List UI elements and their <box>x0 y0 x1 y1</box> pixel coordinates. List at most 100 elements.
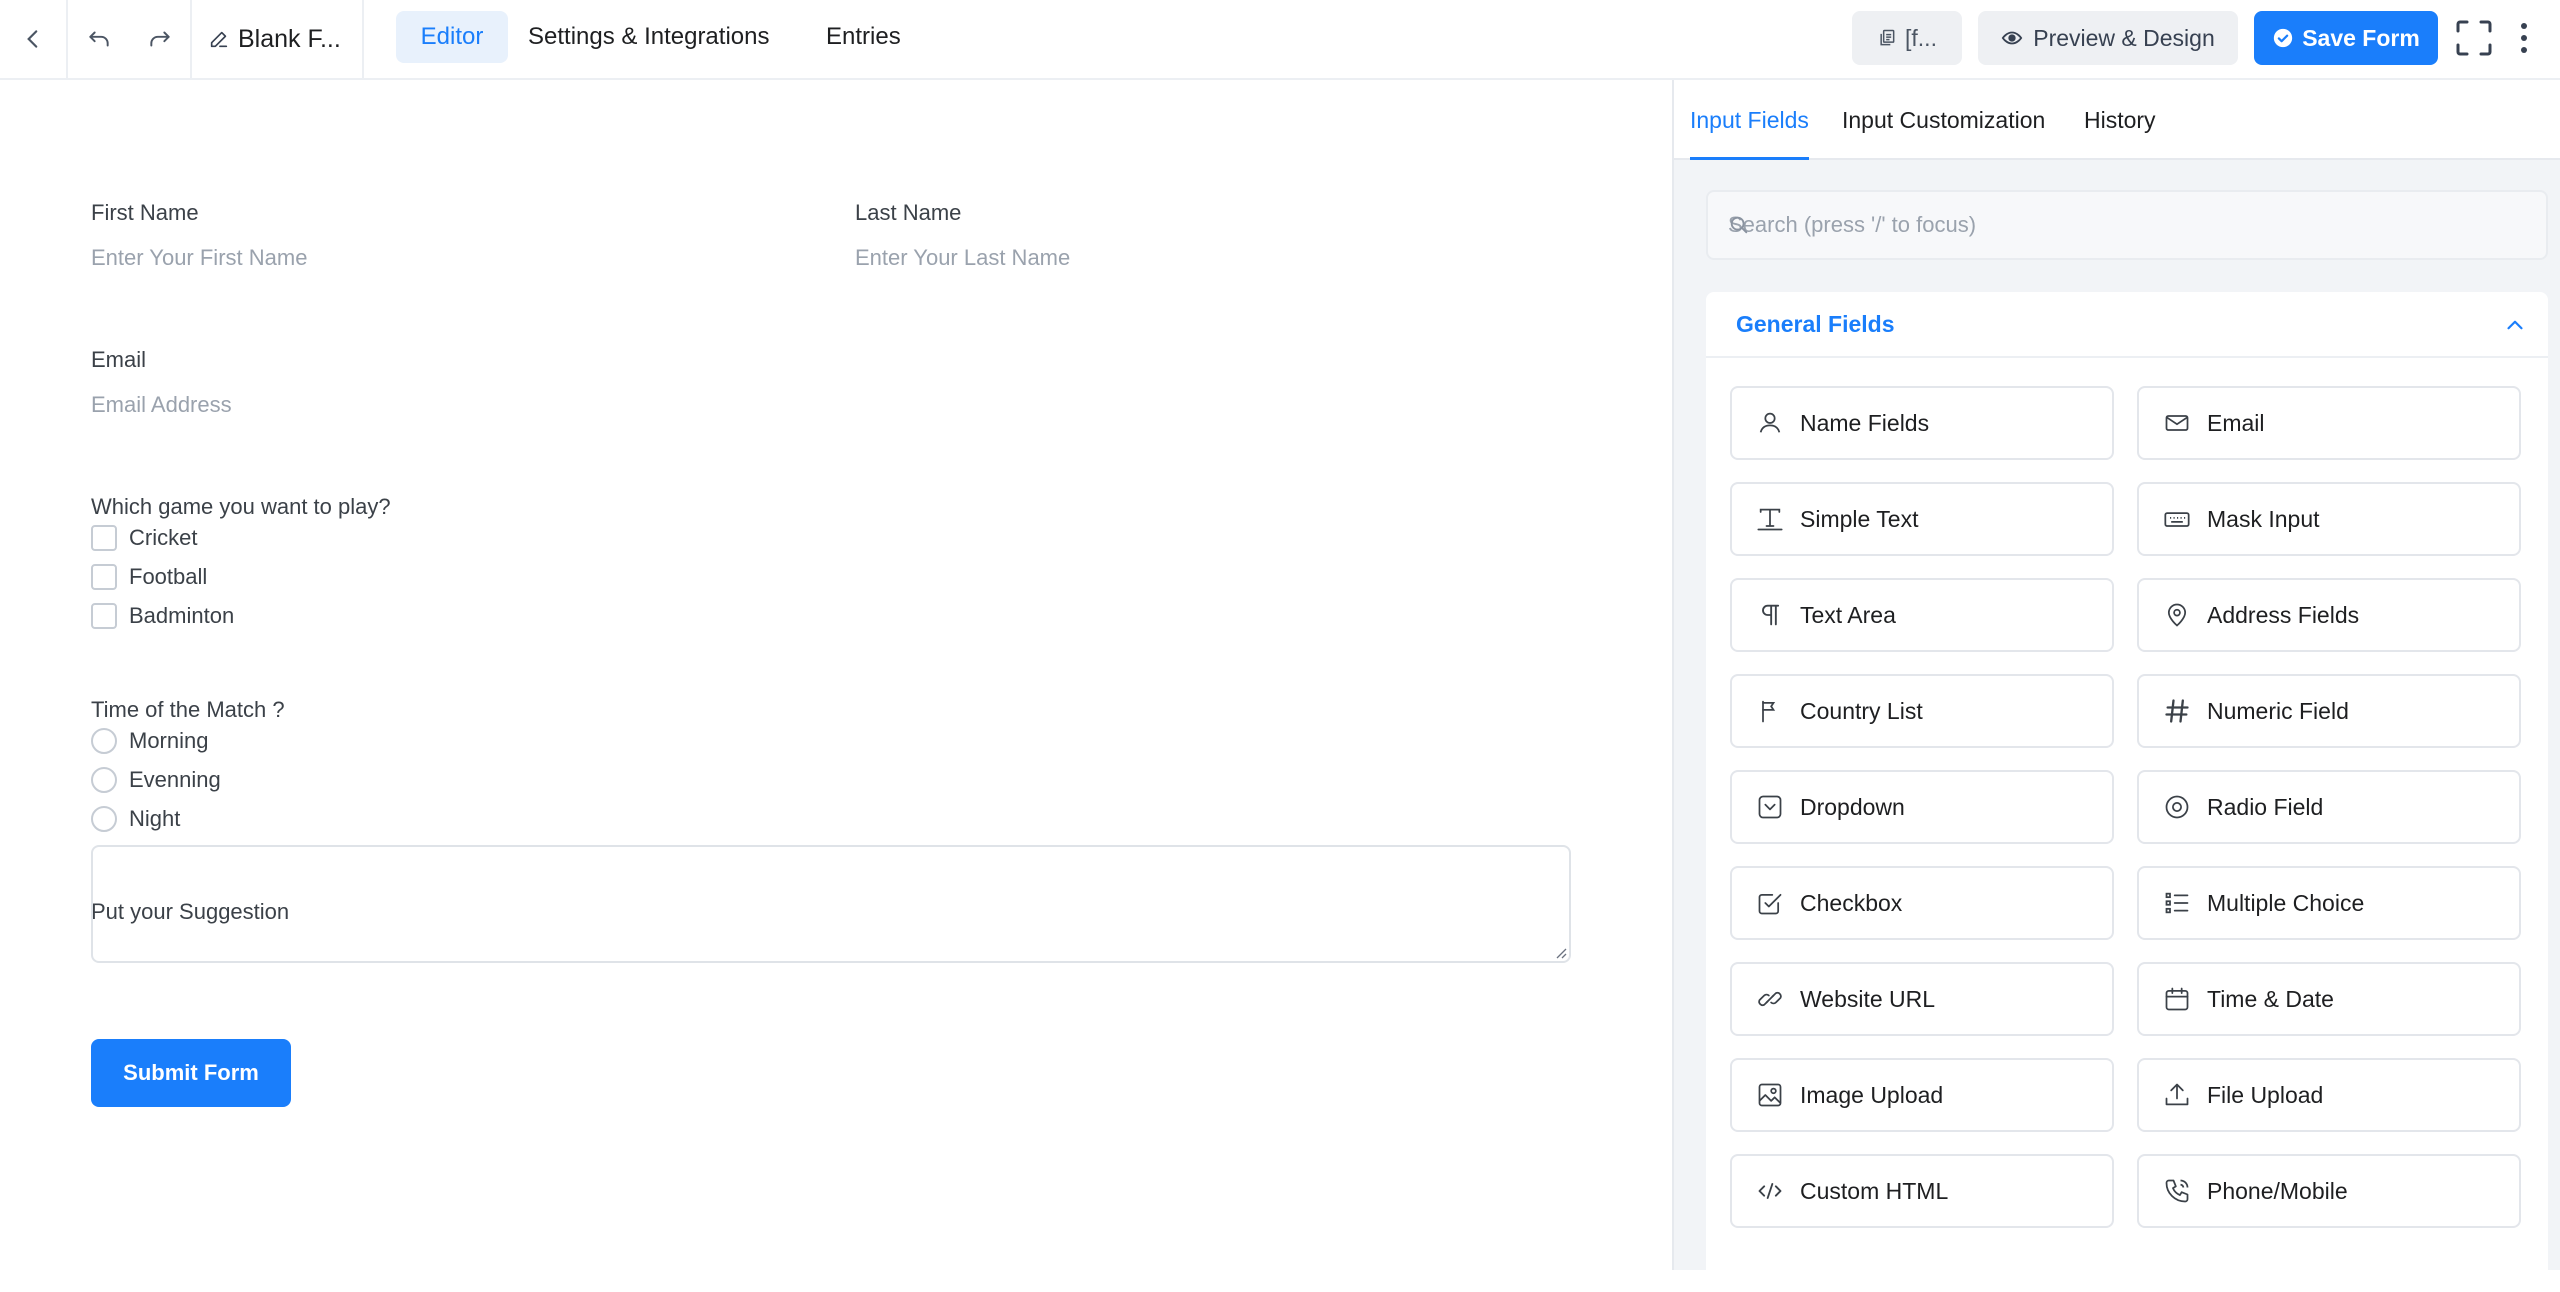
checkbox-option-label: Football <box>129 564 208 589</box>
field-label: Simple Text <box>1800 505 1919 532</box>
field-label: Custom HTML <box>1800 1177 1949 1204</box>
suggestion-textarea[interactable] <box>91 845 1571 963</box>
submit-form-button[interactable]: Submit Form <box>91 1039 291 1107</box>
field-label: Multiple Choice <box>2207 889 2365 916</box>
form-title-text: Blank F... <box>238 24 341 53</box>
field-website-url[interactable]: Website URL <box>1730 962 2114 1036</box>
dropdown-icon <box>1756 793 1784 821</box>
save-form-button[interactable]: Save Form <box>2254 11 2438 65</box>
field-radio-field[interactable]: Radio Field <box>2137 770 2521 844</box>
checkbox-option-football[interactable]: Football <box>91 563 207 591</box>
upload-icon <box>2163 1081 2191 1109</box>
envelope-icon <box>2163 409 2191 437</box>
copy-icon <box>1880 29 1895 46</box>
field-label: Image Upload <box>1800 1081 1944 1108</box>
hash-icon <box>2163 697 2191 725</box>
general-fields-panel: General Fields Name Fields Email Simple … <box>1706 292 2548 1292</box>
field-simple-text[interactable]: Simple Text <box>1730 482 2114 556</box>
undo-button[interactable] <box>68 0 130 78</box>
field-multiple-choice[interactable]: Multiple Choice <box>2137 866 2521 940</box>
user-icon <box>1756 409 1784 437</box>
chevron-left-icon <box>27 30 38 48</box>
field-email[interactable]: Email <box>2137 386 2521 460</box>
back-button[interactable] <box>0 0 68 78</box>
field-image-upload[interactable]: Image Upload <box>1730 1058 2114 1132</box>
list-icon <box>2163 889 2191 917</box>
shortcode-button[interactable]: [f... <box>1852 11 1962 65</box>
checkbox-option-label: Badminton <box>129 603 235 628</box>
checkbox-option-cricket[interactable]: Cricket <box>91 524 197 552</box>
checkbox-icon <box>1756 889 1784 917</box>
fields-sidebar: Input Fields Input Customization History… <box>1672 80 2560 1292</box>
checkbox-option-badminton[interactable]: Badminton <box>91 602 234 630</box>
map-pin-icon <box>2163 601 2191 629</box>
field-dropdown[interactable]: Dropdown <box>1730 770 2114 844</box>
radio-option-label: Morning <box>129 728 209 753</box>
fullscreen-icon <box>2456 20 2492 56</box>
radio-option-morning[interactable]: Morning <box>91 727 208 755</box>
field-checkbox[interactable]: Checkbox <box>1730 866 2114 940</box>
undo-icon <box>89 31 109 47</box>
tab-editor[interactable]: Editor <box>396 11 508 63</box>
search-icon <box>1730 216 1748 234</box>
field-address-fields[interactable]: Address Fields <box>2137 578 2521 652</box>
field-label: Radio Field <box>2207 793 2324 820</box>
phone-icon <box>2163 1177 2191 1205</box>
checkbox[interactable] <box>91 603 117 629</box>
field-numeric-field[interactable]: Numeric Field <box>2137 674 2521 748</box>
field-label: Time & Date <box>2207 985 2334 1012</box>
search-box[interactable] <box>1706 190 2548 260</box>
field-phone-mobile[interactable]: Phone/Mobile <box>2137 1154 2521 1228</box>
preview-design-button[interactable]: Preview & Design <box>1978 11 2238 65</box>
flag-icon <box>1756 697 1784 725</box>
search-input[interactable] <box>1728 192 2546 258</box>
radio-option-night[interactable]: Night <box>91 805 180 833</box>
resize-grip-icon[interactable] <box>1553 945 1567 959</box>
more-options-button[interactable] <box>2512 18 2536 58</box>
field-text-area[interactable]: Text Area <box>1730 578 2114 652</box>
field-label: Text Area <box>1800 601 1896 628</box>
field-label: File Upload <box>2207 1081 2324 1108</box>
first-name-input[interactable]: Enter Your First Name <box>91 245 307 271</box>
field-label: Mask Input <box>2207 505 2320 532</box>
general-fields-header[interactable]: General Fields <box>1706 292 2548 358</box>
keyboard-icon <box>2163 505 2191 533</box>
field-label: Email <box>2207 409 2265 436</box>
checkbox-option-label: Cricket <box>129 525 198 550</box>
chevron-up-icon[interactable] <box>2502 312 2528 338</box>
field-label: Phone/Mobile <box>2207 1177 2348 1204</box>
tab-entries[interactable]: Entries <box>804 11 923 63</box>
field-country-list[interactable]: Country List <box>1730 674 2114 748</box>
field-mask-input[interactable]: Mask Input <box>2137 482 2521 556</box>
text-cursor-icon <box>1756 505 1784 533</box>
radio[interactable] <box>91 767 117 793</box>
tab-settings-integrations[interactable]: Settings & Integrations <box>506 11 791 63</box>
radio-option-label: Night <box>129 806 181 831</box>
pencil-icon <box>210 31 228 48</box>
fullscreen-button[interactable] <box>2454 18 2494 58</box>
redo-button[interactable] <box>130 0 192 78</box>
general-fields-title: General Fields <box>1736 310 1895 337</box>
email-input[interactable]: Email Address <box>91 392 232 418</box>
more-vertical-icon <box>2521 23 2527 53</box>
tab-input-customization[interactable]: Input Customization <box>1842 80 2045 160</box>
radio[interactable] <box>91 728 117 754</box>
radio-option-evenning[interactable]: Evenning <box>91 766 221 794</box>
tab-input-fields[interactable]: Input Fields <box>1690 80 1809 160</box>
checkbox[interactable] <box>91 525 117 551</box>
eye-icon <box>2001 31 2023 45</box>
field-name-fields[interactable]: Name Fields <box>1730 386 2114 460</box>
form-title[interactable]: Blank F... <box>192 0 364 78</box>
paragraph-icon <box>1756 601 1784 629</box>
field-file-upload[interactable]: File Upload <box>2137 1058 2521 1132</box>
field-label: Name Fields <box>1800 409 1930 436</box>
checkbox[interactable] <box>91 564 117 590</box>
last-name-label: Last Name <box>855 200 962 225</box>
field-time-date[interactable]: Time & Date <box>2137 962 2521 1036</box>
calendar-icon <box>2163 985 2191 1013</box>
radio[interactable] <box>91 806 117 832</box>
tab-history[interactable]: History <box>2084 80 2156 160</box>
last-name-input[interactable]: Enter Your Last Name <box>855 245 1070 271</box>
field-custom-html[interactable]: Custom HTML <box>1730 1154 2114 1228</box>
field-label: Checkbox <box>1800 889 1903 916</box>
